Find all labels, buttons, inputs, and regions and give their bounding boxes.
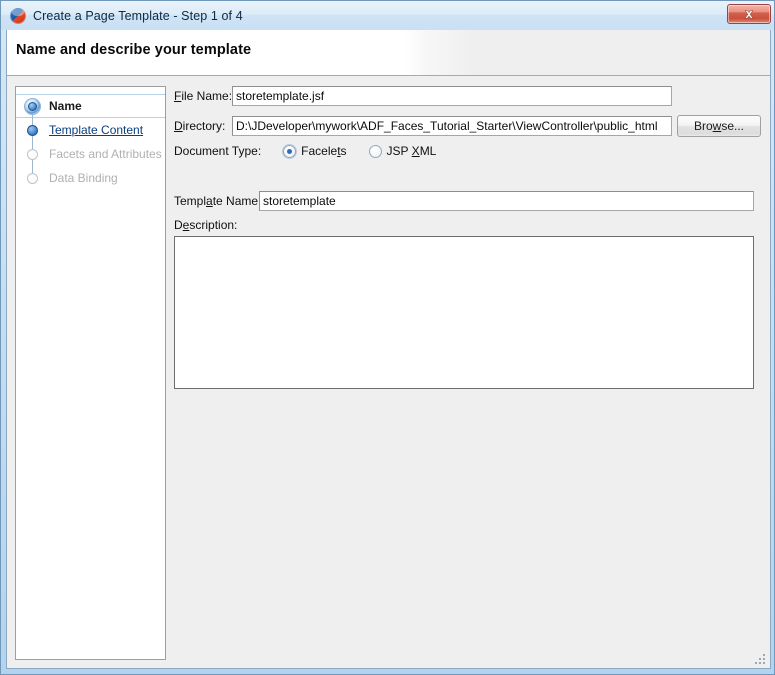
radio-facelets-label: Facelets (301, 144, 347, 158)
sidebar-item-name[interactable]: Name (16, 94, 165, 118)
wizard-header: Name and describe your template (7, 30, 770, 76)
sidebar-item-label: Name (49, 99, 82, 113)
directory-row: Directory: (174, 116, 225, 136)
sidebar-item-label: Facets and Attributes (49, 147, 162, 161)
directory-label: Directory: (174, 119, 226, 133)
file-name-row: File Name: (174, 86, 232, 106)
browse-button-label: Browse... (693, 119, 745, 133)
jdeveloper-logo-icon (10, 7, 26, 24)
sidebar-item-facets-and-attributes: Facets and Attributes (16, 142, 165, 166)
directory-input[interactable] (232, 116, 672, 136)
file-name-input[interactable] (232, 86, 672, 106)
document-type-group: Document Type: Facelets JSP XML (174, 144, 458, 158)
radio-facelets-icon (283, 144, 297, 158)
step-current-icon (24, 94, 42, 118)
radio-facelets[interactable]: Facelets (283, 144, 347, 158)
wizard-steps-panel: Name Template Content Facets and Attribu… (15, 86, 166, 660)
window-title: Create a Page Template - Step 1 of 4 (33, 8, 243, 23)
browse-button[interactable]: Browse... (677, 115, 761, 137)
file-name-label: File Name: (174, 89, 233, 103)
description-label: Description: (174, 218, 238, 232)
radio-jsp-xml-label: JSP XML (386, 144, 437, 158)
document-type-label: Document Type: (174, 144, 262, 158)
resize-grip[interactable] (755, 654, 767, 666)
dialog-client-area: Name and describe your template Name Tem… (6, 30, 771, 669)
close-button[interactable] (727, 4, 771, 24)
radio-jsp-xml[interactable]: JSP XML (368, 144, 437, 158)
sidebar-item-data-binding: Data Binding (16, 166, 165, 190)
steps-top-spacer (16, 87, 165, 94)
template-name-label: Template Name: (174, 194, 262, 208)
step-visited-icon (24, 118, 42, 142)
description-textarea[interactable] (174, 236, 754, 389)
sidebar-item-template-content[interactable]: Template Content (16, 118, 165, 142)
template-name-row: Template Name: (174, 191, 261, 211)
title-bar[interactable]: Create a Page Template - Step 1 of 4 (1, 1, 774, 30)
page-title: Name and describe your template (16, 42, 252, 58)
template-name-input[interactable] (259, 191, 754, 211)
wizard-content-pane: File Name: Directory: Browse... Document… (174, 86, 762, 651)
sidebar-item-label[interactable]: Template Content (49, 123, 143, 137)
step-pending-icon (24, 142, 42, 166)
radio-jsp-xml-icon (368, 144, 382, 158)
step-pending-icon (24, 166, 42, 190)
dialog-window: Create a Page Template - Step 1 of 4 Nam… (0, 0, 775, 675)
sidebar-item-label: Data Binding (49, 171, 118, 185)
close-icon (744, 9, 754, 19)
